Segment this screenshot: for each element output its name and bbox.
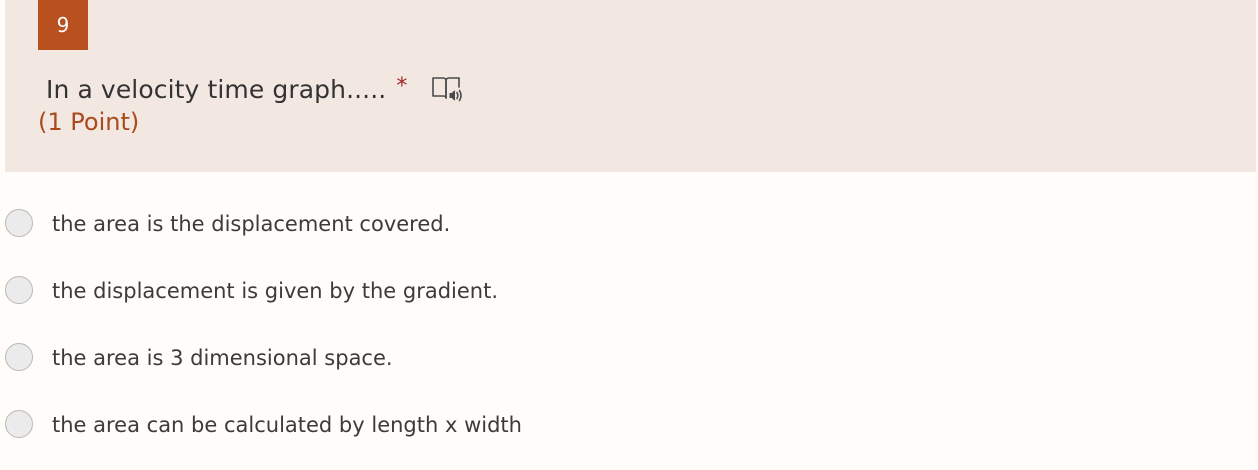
answer-option[interactable]: the area can be calculated by length x w…	[5, 392, 1205, 459]
radio-button[interactable]	[5, 209, 33, 237]
answer-option-label: the displacement is given by the gradien…	[52, 279, 498, 303]
immersive-reader-icon[interactable]	[431, 74, 463, 104]
question-number: 9	[56, 13, 70, 37]
answer-option[interactable]: the area is the displacement covered.	[5, 191, 1205, 258]
answer-option[interactable]: the displacement is given by the gradien…	[5, 258, 1205, 325]
radio-button[interactable]	[5, 276, 33, 304]
answer-option-label: the area can be calculated by length x w…	[52, 413, 522, 437]
question-number-badge: 9	[38, 0, 88, 50]
required-marker: *	[396, 73, 408, 99]
answer-option[interactable]: the area is 3 dimensional space.	[5, 325, 1205, 392]
radio-button[interactable]	[5, 343, 33, 371]
question-title: In a velocity time graph.....	[46, 74, 387, 104]
answer-option-label: the area is the displacement covered.	[52, 212, 451, 236]
radio-button[interactable]	[5, 410, 33, 438]
answer-option-label: the area is 3 dimensional space.	[52, 346, 393, 370]
answer-options: the area is the displacement covered. th…	[5, 191, 1205, 459]
question-points: (1 Point)	[38, 108, 140, 136]
question-title-row: In a velocity time graph..... *	[46, 70, 463, 108]
